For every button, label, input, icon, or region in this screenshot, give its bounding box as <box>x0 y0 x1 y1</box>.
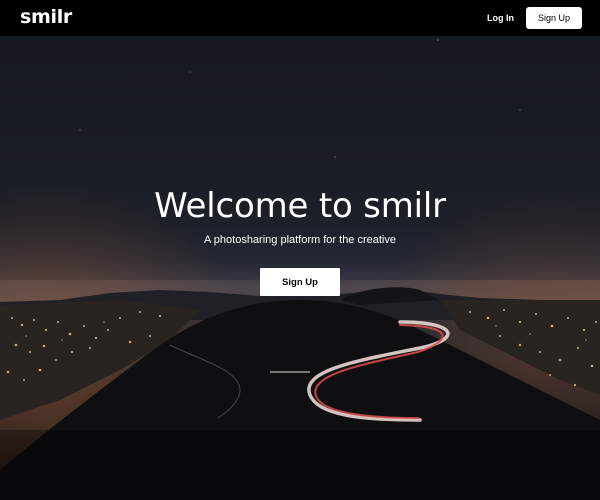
top-navbar: smilr Log In Sign Up <box>0 0 600 36</box>
nav-signup-button[interactable]: Sign Up <box>526 7 582 29</box>
hero-subtitle: A photosharing platform for the creative <box>204 234 396 246</box>
nav-actions: Log In Sign Up <box>487 7 582 29</box>
landing-page: smilr Log In Sign Up Welcome to smilr A … <box>0 0 600 500</box>
hero-signup-button[interactable]: Sign Up <box>260 268 340 296</box>
hero-section: Welcome to smilr A photosharing platform… <box>0 0 600 500</box>
brand-logo[interactable]: smilr <box>20 0 72 35</box>
hero-title: Welcome to smilr <box>154 186 446 226</box>
login-link[interactable]: Log In <box>487 13 514 23</box>
